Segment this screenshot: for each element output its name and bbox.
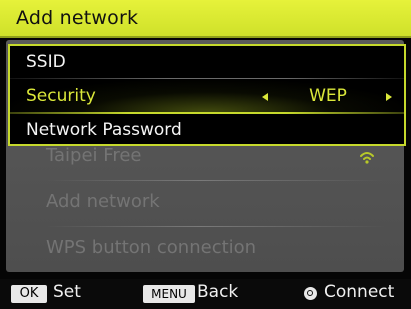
wps-connection-label: WPS button connection	[46, 237, 257, 258]
chevron-right-icon[interactable]	[386, 93, 392, 101]
network-list-item-add-network[interactable]: Add network	[6, 183, 404, 225]
network-list-item-wps[interactable]: WPS button connection	[6, 229, 404, 271]
chevron-left-icon[interactable]	[262, 93, 268, 101]
screen: Add network Taipei Free Add network WPS …	[0, 0, 411, 309]
network-password-row[interactable]: Network Password	[10, 114, 404, 147]
security-label: Security	[26, 86, 96, 106]
title-bar: Add network	[0, 0, 411, 38]
security-row[interactable]: Security WEP	[10, 80, 404, 113]
page-title: Add network	[16, 7, 139, 29]
menu-key-badge[interactable]: MENU	[143, 285, 195, 303]
button-guide-bar: OK Set MENU Back Connect	[0, 279, 411, 309]
list-divider	[46, 180, 386, 181]
list-divider	[46, 226, 386, 227]
wifi-signal-icon	[360, 152, 374, 164]
connect-label: Connect	[324, 282, 395, 302]
network-password-label: Network Password	[26, 120, 182, 140]
back-label: Back	[197, 282, 239, 302]
ssid-label: SSID	[26, 52, 66, 72]
network-name-label: Taipei Free	[46, 145, 142, 166]
ssid-row[interactable]: SSID	[10, 46, 404, 79]
row-divider	[10, 78, 404, 79]
set-label: Set	[53, 282, 81, 302]
add-network-label: Add network	[46, 191, 160, 212]
q-button-icon[interactable]	[304, 287, 317, 300]
add-network-dialog: SSID Security WEP Network Password	[8, 44, 406, 146]
security-value: WEP	[309, 86, 347, 106]
ok-key-badge[interactable]: OK	[11, 285, 47, 303]
